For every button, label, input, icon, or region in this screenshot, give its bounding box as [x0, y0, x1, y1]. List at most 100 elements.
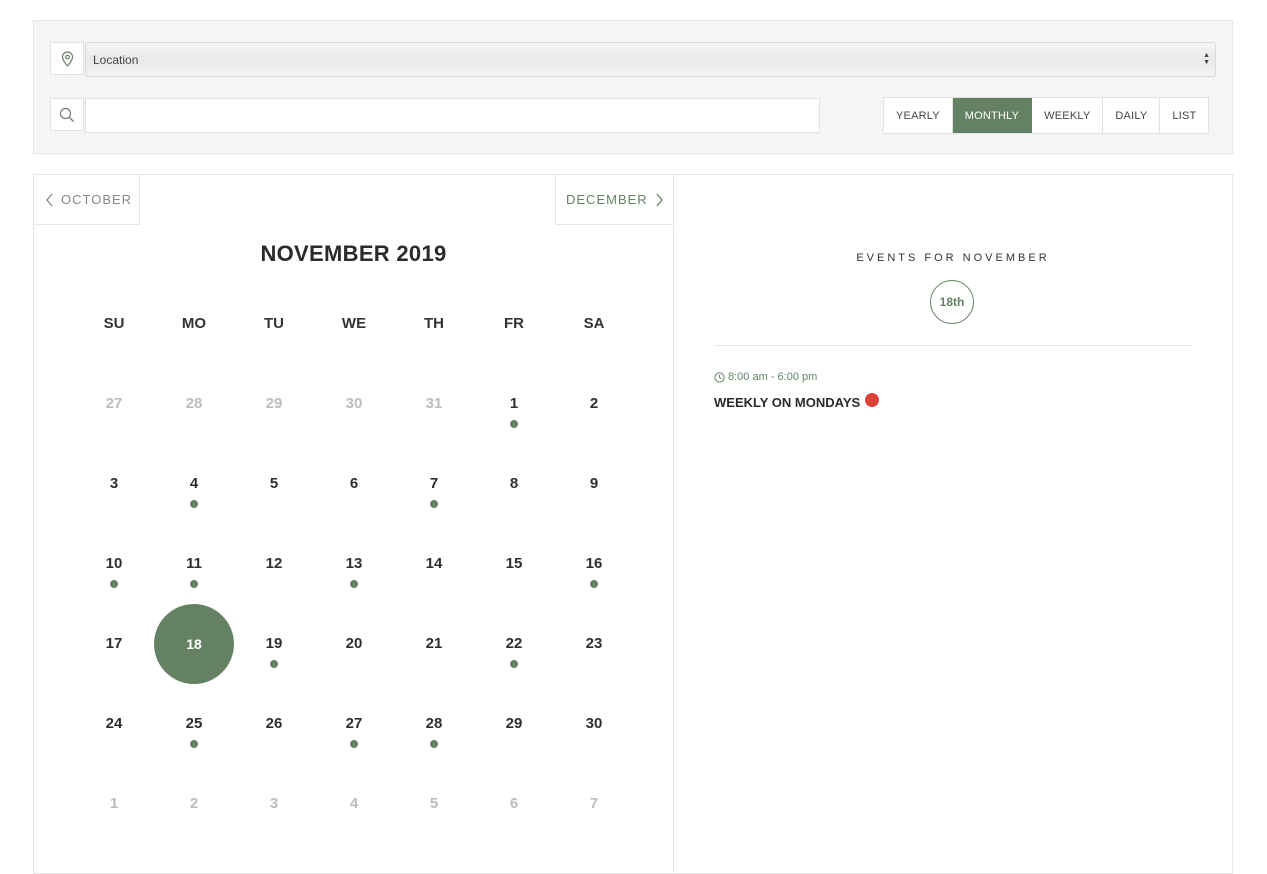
next-month-button[interactable]: DECEMBER [555, 174, 674, 225]
calendar-day[interactable]: 14 [394, 524, 474, 604]
calendar-day[interactable]: 6 [314, 444, 394, 524]
calendar-day[interactable]: 24 [74, 684, 154, 764]
location-select-value: Location [93, 52, 139, 67]
location-pin-icon [50, 42, 84, 75]
view-weekly-button[interactable]: WEEKLY [1032, 98, 1104, 133]
event-title-link[interactable]: WEEKLY ON MONDAYS [714, 392, 880, 410]
prev-month-button[interactable]: OCTOBER [33, 174, 140, 225]
calendar-day-outside-month[interactable]: 28 [154, 364, 234, 444]
calendar-panel: OCTOBER DECEMBER NOVEMBER 2019 SU MO TU WE T… [33, 174, 674, 874]
events-panel: EVENTS FOR NOVEMBER 18th 8:00 am - 6:00 … [674, 174, 1233, 874]
calendar-day-number: 4 [349, 795, 359, 812]
calendar-day-number: 31 [425, 395, 443, 412]
event-title: WEEKLY ON MONDAYS [714, 395, 861, 410]
event-indicator-dot [510, 420, 518, 428]
calendar-day-number: 27 [105, 395, 123, 412]
calendar-day[interactable]: 15 [474, 524, 554, 604]
calendar-day-outside-month[interactable]: 3 [234, 764, 314, 844]
view-daily-button[interactable]: DAILY [1103, 98, 1161, 133]
calendar-day[interactable]: 9 [554, 444, 634, 524]
calendar-week-row: 27 28 29 30 31 1 2 [74, 364, 634, 444]
event-indicator-dot [270, 660, 278, 668]
calendar-day[interactable]: 16 [554, 524, 634, 604]
calendar-day[interactable]: 22 [474, 604, 554, 684]
calendar-day-number: 11 [186, 555, 202, 572]
view-monthly-button[interactable]: MONTHLY [952, 98, 1033, 133]
month-title: NOVEMBER 2019 [260, 241, 447, 266]
weekday-label: MO [181, 315, 207, 332]
calendar-day-number: 16 [585, 555, 603, 572]
view-yearly-button[interactable]: YEARLY [884, 98, 953, 133]
calendar-day-number: 8 [509, 475, 519, 492]
calendar-day[interactable]: 10 [74, 524, 154, 604]
calendar-day[interactable]: 23 [554, 604, 634, 684]
calendar-day[interactable]: 2 [554, 364, 634, 444]
calendar-grid: 27 28 29 30 31 1 2 3 4 5 6 7 8 9 10 11 12 13 14 15 16 17 18 19 2… [74, 364, 634, 844]
event-indicator-dot [190, 580, 198, 588]
calendar-day-number: 26 [265, 715, 283, 732]
selected-date-badge: 18th [930, 280, 974, 324]
calendar-day-number: 13 [345, 555, 363, 572]
calendar-day[interactable]: 20 [314, 604, 394, 684]
calendar-day[interactable]: 17 [74, 604, 154, 684]
calendar-day-selected[interactable]: 18 [154, 604, 234, 684]
calendar-day[interactable]: 25 [154, 684, 234, 764]
event-indicator-dot [350, 580, 358, 588]
calendar-day[interactable]: 4 [154, 444, 234, 524]
event-indicator-dot [430, 500, 438, 508]
calendar-day[interactable]: 29 [474, 684, 554, 764]
calendar-day[interactable]: 28 [394, 684, 474, 764]
calendar-day[interactable]: 13 [314, 524, 394, 604]
calendar-day-number: 7 [429, 475, 439, 492]
calendar-day-number: 5 [429, 795, 439, 812]
weekday-label: TU [264, 315, 284, 332]
event-indicator-dot [430, 740, 438, 748]
calendar-day[interactable]: 5 [234, 444, 314, 524]
event-indicator-dot [510, 660, 518, 668]
calendar-day-outside-month[interactable]: 29 [234, 364, 314, 444]
calendar-day[interactable]: 1 [474, 364, 554, 444]
calendar-day[interactable]: 3 [74, 444, 154, 524]
calendar-day-number: 3 [269, 795, 279, 812]
calendar-day[interactable]: 30 [554, 684, 634, 764]
calendar-day-number: 18 [186, 636, 202, 652]
event-indicator-dot [590, 580, 598, 588]
view-list-button[interactable]: LIST [1160, 98, 1208, 133]
calendar-day-outside-month[interactable]: 30 [314, 364, 394, 444]
calendar-day-number: 20 [345, 635, 363, 652]
calendar-day[interactable]: 7 [394, 444, 474, 524]
chevron-left-icon [46, 193, 53, 206]
calendar-day[interactable]: 12 [234, 524, 314, 604]
calendar-day-outside-month[interactable]: 6 [474, 764, 554, 844]
calendar-day[interactable]: 27 [314, 684, 394, 764]
calendar-day-outside-month[interactable]: 5 [394, 764, 474, 844]
calendar-day-number: 28 [425, 715, 443, 732]
calendar-day[interactable]: 21 [394, 604, 474, 684]
calendar-day-outside-month[interactable]: 4 [314, 764, 394, 844]
calendar-day[interactable]: 26 [234, 684, 314, 764]
calendar-day-outside-month[interactable]: 7 [554, 764, 634, 844]
calendar-day-outside-month[interactable]: 27 [74, 364, 154, 444]
calendar-day[interactable]: 11 [154, 524, 234, 604]
calendar-day-outside-month[interactable]: 2 [154, 764, 234, 844]
calendar-week-row: 10 11 12 13 14 15 16 [74, 524, 634, 604]
divider [714, 345, 1192, 346]
search-input[interactable] [85, 98, 820, 133]
calendar-day-number: 15 [505, 555, 523, 572]
event-indicator-dot [190, 500, 198, 508]
calendar-day-number: 10 [105, 555, 123, 572]
calendar-day[interactable]: 8 [474, 444, 554, 524]
filters-bar: Location ▲ ▼ YEARLY MONTHLY WEEKLY DAILY LIST [33, 20, 1233, 154]
calendar-day-number: 6 [509, 795, 519, 812]
chevron-right-icon [656, 193, 663, 206]
location-select[interactable]: Location ▲ ▼ [85, 42, 1216, 77]
calendar-day-outside-month[interactable]: 31 [394, 364, 474, 444]
event-color-marker [865, 392, 880, 407]
weekday-header: SU MO TU WE TH FR SA [74, 315, 634, 332]
calendar-day-outside-month[interactable]: 1 [74, 764, 154, 844]
calendar-day-number: 1 [109, 795, 119, 812]
calendar-day-number: 2 [589, 395, 599, 412]
calendar-day[interactable]: 19 [234, 604, 314, 684]
calendar-day-number: 25 [185, 715, 203, 732]
calendar-day-number: 23 [585, 635, 603, 652]
